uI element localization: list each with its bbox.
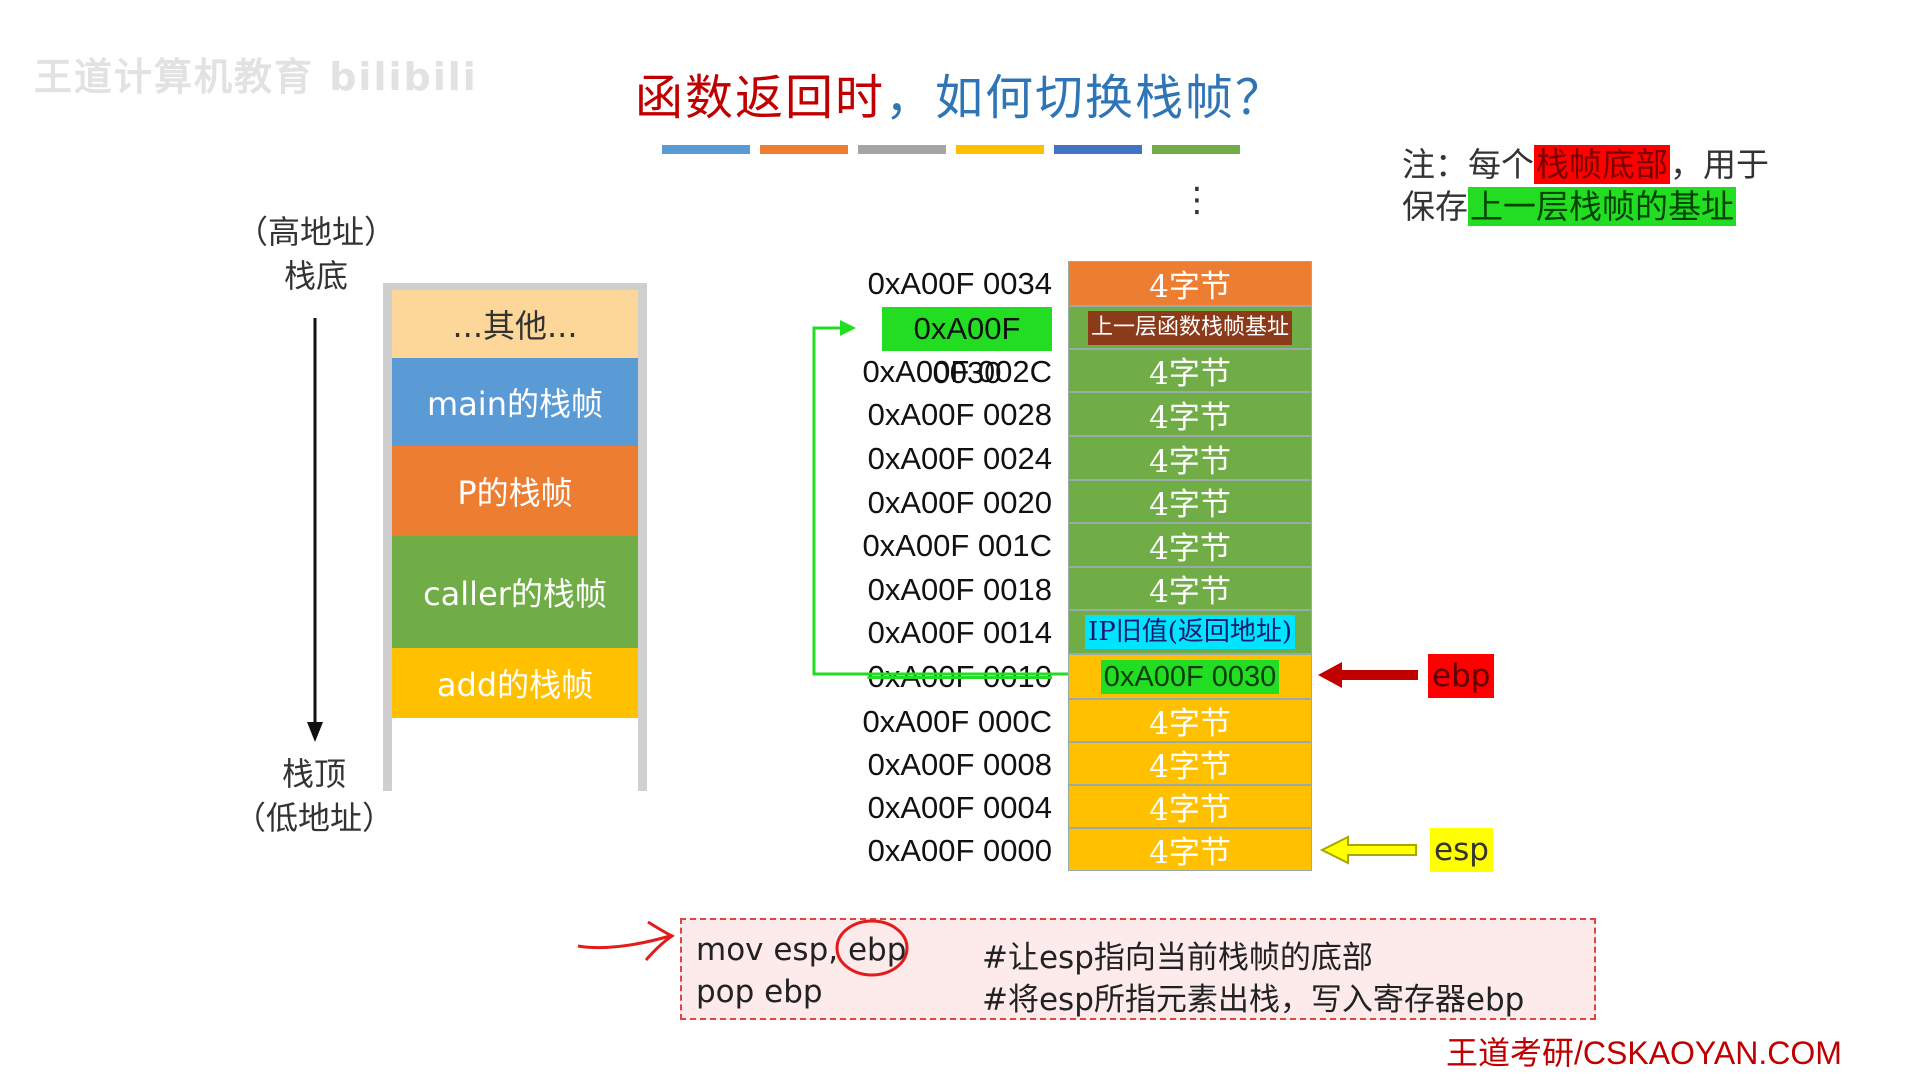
memory-cell-value: 0xA00F 0030 — [1100, 659, 1280, 694]
memory-cell-value: 4字节 — [1149, 835, 1231, 871]
memory-cell: 4字节 — [1068, 480, 1312, 523]
note-line1-pre: 注：每个 — [1402, 145, 1534, 184]
color-bar — [760, 145, 848, 154]
slide-title: 函数返回时，如何切换栈帧？ — [0, 58, 1920, 128]
note-highlight-frame-bottom: 栈帧底部 — [1534, 145, 1670, 184]
label-low-address: （低地址） — [233, 799, 394, 837]
title-prefix: 函数返回时 — [634, 70, 885, 126]
frame-label: main的栈帧 — [427, 385, 603, 423]
frame-label: P的栈帧 — [457, 474, 573, 512]
memory-cell: 4字节 — [1068, 436, 1312, 480]
title-suffix: ，如何切换栈帧？ — [885, 70, 1286, 126]
note-line2-pre: 保存 — [1402, 187, 1468, 226]
memory-cell-value: 4字节 — [1149, 356, 1231, 392]
ellipsis-more-memory: ⋮ — [1180, 180, 1214, 220]
frame-label: add的栈帧 — [436, 666, 594, 704]
esp-pointer-arrow — [1319, 835, 1417, 865]
memory-cell-value: 4字节 — [1149, 706, 1231, 742]
memory-cell-value: 4字节 — [1149, 749, 1231, 785]
frame-caller: caller的栈帧 — [392, 536, 638, 648]
memory-cell-value: 4字节 — [1149, 574, 1231, 610]
color-bar — [1152, 145, 1240, 154]
frame-other: ...其他... — [392, 290, 638, 358]
frame-add: add的栈帧 — [392, 648, 638, 718]
code-box: mov esp, ebp #让esp指向当前栈帧的底部 pop ebp #将es… — [680, 918, 1596, 1020]
memory-cell-value: 4字节 — [1149, 269, 1231, 305]
memory-cell: 4字节 — [1068, 742, 1312, 785]
frame-label: caller的栈帧 — [423, 575, 607, 613]
brand-footer: 王道考研/CSKAOYAN.COM — [1446, 1035, 1842, 1071]
memory-cell: 0xA00F 0030 — [1068, 654, 1312, 699]
memory-address: 0xA00F 0008 — [867, 747, 1052, 782]
memory-cell: IP旧值(返回地址) — [1068, 610, 1312, 654]
color-bar — [1054, 145, 1142, 154]
memory-address: 0xA00F 0000 — [867, 833, 1052, 868]
memory-cell: 4字节 — [1068, 523, 1312, 567]
memory-cell: 4字节 — [1068, 828, 1312, 871]
memory-address: 0xA00F 0004 — [867, 790, 1052, 825]
code-line-2-instr: pop ebp — [696, 974, 823, 1010]
slide: 王道计算机教育 bilibili 函数返回时，如何切换栈帧？ 注：每个栈帧底部，… — [0, 0, 1920, 1080]
note-highlight-base-address: 上一层栈帧的基址 — [1468, 187, 1736, 226]
color-bar — [662, 145, 750, 154]
memory-cell-value: 上一层函数栈帧基址 — [1087, 310, 1292, 345]
memory-cell-value: 4字节 — [1149, 399, 1231, 436]
memory-cell-value: 4字节 — [1149, 530, 1231, 567]
note-box: 注：每个栈帧底部，用于 保存上一层栈帧的基址 — [1402, 144, 1769, 228]
esp-label: esp — [1430, 828, 1493, 872]
memory-cell: 4字节 — [1068, 699, 1312, 742]
label-high-address: （高地址） — [235, 213, 396, 251]
memory-cell: 4字节 — [1068, 567, 1312, 610]
memory-cell: 4字节 — [1068, 349, 1312, 392]
memory-cell: 4字节 — [1068, 392, 1312, 436]
pointer-scribble-arrow — [577, 920, 675, 961]
code-line-2-comment: #将esp所指元素出栈，写入寄存器ebp — [982, 982, 1525, 1018]
ebp-pointer-arrow — [1318, 662, 1418, 688]
memory-cell: 4字节 — [1068, 785, 1312, 828]
memory-cell-value: IP旧值(返回地址) — [1084, 615, 1296, 649]
color-bar — [956, 145, 1044, 154]
memory-cell-value: 4字节 — [1149, 443, 1231, 480]
ebp-label: ebp — [1428, 654, 1495, 698]
memory-cell-value: 4字节 — [1149, 487, 1231, 523]
frame-label: ...其他... — [452, 307, 578, 345]
base-link-arrow — [812, 320, 1068, 676]
note-line1-post: ，用于 — [1670, 145, 1769, 184]
color-bar — [858, 145, 946, 154]
memory-cell: 上一层函数栈帧基址 — [1068, 306, 1312, 349]
memory-cell-value: 4字节 — [1149, 792, 1231, 828]
ebp-circle-annotation — [835, 919, 909, 977]
memory-cell: 4字节 — [1068, 261, 1312, 306]
frame-main: main的栈帧 — [392, 358, 638, 446]
memory-address: 0xA00F 0034 — [867, 266, 1052, 301]
memory-address: 0xA00F 000C — [862, 704, 1052, 739]
code-line-1-comment: #让esp指向当前栈帧的底部 — [982, 940, 1373, 976]
stack-direction-arrow — [307, 318, 323, 742]
frame-p: P的栈帧 — [392, 446, 638, 536]
